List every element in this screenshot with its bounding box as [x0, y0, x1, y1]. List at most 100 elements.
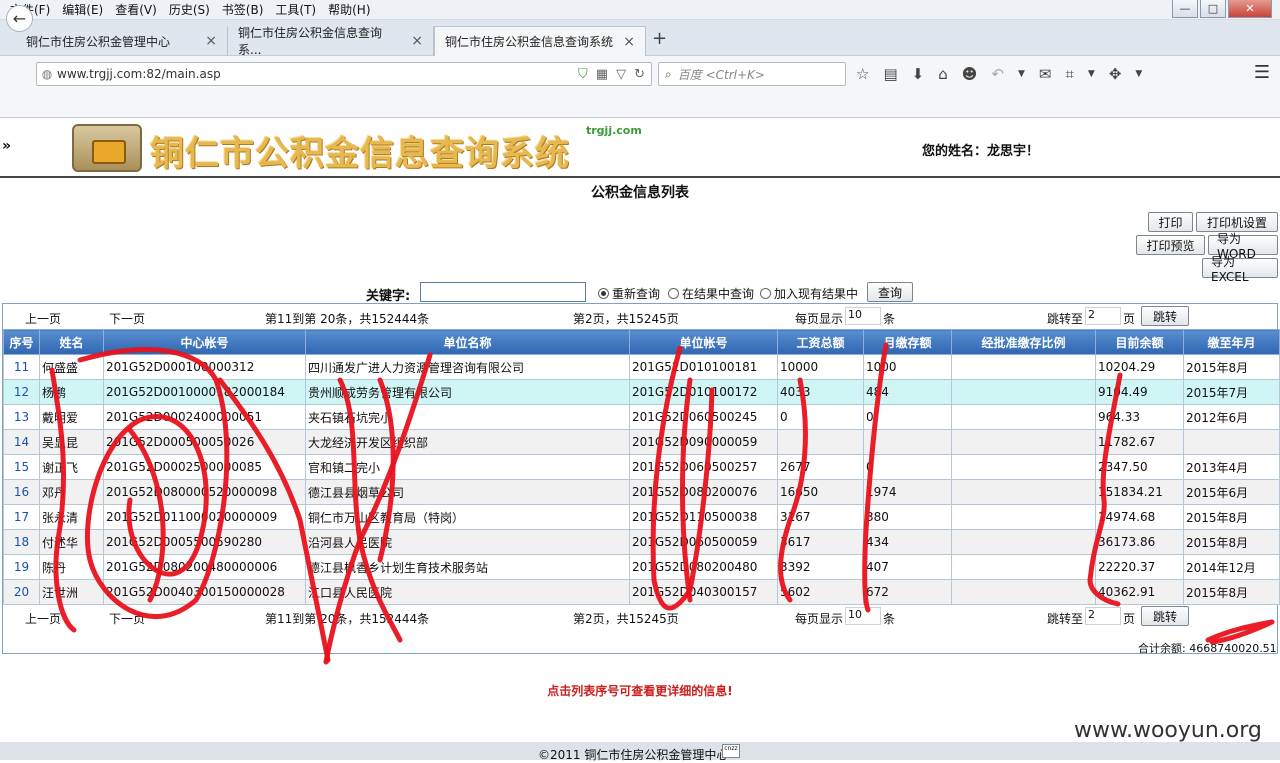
close-window-button[interactable]: ✕	[1228, 0, 1272, 18]
goto-page-input[interactable]: 2	[1085, 607, 1121, 625]
table-row[interactable]: 17 张永清 201G52D011000020000009 铜仁市万山区教育局（特岗）…	[3, 504, 1280, 530]
next-page-link[interactable]: 下一页	[109, 310, 145, 327]
cell-index[interactable]: 16	[3, 479, 40, 505]
dropdown-chevron-icon[interactable]: ▼	[1088, 69, 1095, 79]
cell-index[interactable]: 12	[3, 379, 40, 405]
home-icon[interactable]: ⌂	[938, 65, 948, 83]
reload-icon[interactable]: ↻	[634, 67, 645, 82]
col-header-employer-account[interactable]: 单位帐号	[629, 329, 778, 355]
cell-employer-account: 201G52D040300157	[629, 579, 778, 605]
query-button[interactable]: 查询	[867, 282, 913, 302]
radio-search-in-results[interactable]: 在结果中查询	[668, 285, 754, 302]
menu-history[interactable]: 历史(S)	[163, 1, 216, 18]
speech-bubble-icon[interactable]: ✉	[1039, 65, 1052, 83]
chat-bubble-icon[interactable]: ☻	[962, 65, 978, 83]
goto-button[interactable]: 跳转	[1141, 606, 1189, 626]
table-row[interactable]: 20 汪世洲 201G52D0040300150000028 江口县人民医院 201G5…	[3, 579, 1280, 605]
table-row[interactable]: 13 戴明爱 201G52D0002400000051 夹石镇石坑完小 201G52D0…	[3, 404, 1280, 430]
cell-index[interactable]: 11	[3, 354, 40, 380]
menu-view[interactable]: 查看(V)	[109, 1, 163, 18]
next-page-link[interactable]: 下一页	[109, 610, 145, 627]
col-header-monthly-deposit[interactable]: 月缴存额	[863, 329, 952, 355]
per-page-label: 每页显示	[795, 312, 844, 326]
qr-code-icon[interactable]: ▦	[596, 67, 608, 82]
table-row[interactable]: 16 邓丹 201G52D080000520000098 德江县县烟草公司 201G52…	[3, 479, 1280, 505]
table-row[interactable]: 15 谢正飞 201G52D0002500000085 官和镇二完小 201G52D06…	[3, 454, 1280, 480]
cell-index[interactable]: 13	[3, 404, 40, 430]
col-header-balance[interactable]: 目前余额	[1095, 329, 1184, 355]
print-preview-button[interactable]: 打印预览	[1136, 235, 1205, 255]
cell-employer-account: 201G52D060500245	[629, 404, 778, 430]
cell-employer-account: 201G52D090000059	[629, 429, 778, 455]
cnzz-badge[interactable]: cnzz	[722, 744, 740, 758]
tab-2[interactable]: 铜仁市住房公积金信息查询系... ×	[228, 26, 434, 57]
tab-3-active[interactable]: 铜仁市住房公积金信息查询系统 ×	[434, 26, 646, 56]
maximize-button[interactable]: □	[1200, 0, 1226, 18]
bookmark-star-icon[interactable]: ☆	[856, 65, 869, 83]
double-chevron-icon[interactable]: »	[2, 138, 11, 154]
table-row[interactable]: 19 陈丹 201G52D080200480000006 德江县枫香乡计划生育技术服务…	[3, 554, 1280, 580]
dropdown-chevron-icon[interactable]: ▼	[1135, 69, 1142, 79]
cell-deposit-ratio	[951, 529, 1096, 555]
radio-on-icon[interactable]	[598, 288, 609, 299]
prev-page-link[interactable]: 上一页	[25, 310, 61, 327]
menu-edit[interactable]: 编辑(E)	[56, 1, 109, 18]
radio-add-to-results[interactable]: 加入现有结果中	[760, 285, 858, 302]
cell-name: 付述华	[39, 529, 104, 555]
col-header-deposit-ratio[interactable]: 经批准缴存比例	[951, 329, 1096, 355]
radio-off-icon[interactable]	[668, 288, 679, 299]
menu-help[interactable]: 帮助(H)	[322, 1, 376, 18]
dropdown-chevron-icon[interactable]: ▼	[1018, 69, 1025, 79]
table-row[interactable]: 12 杨鹏 201G52D0010000182000184 贵州顺成劳务管理有限公司 2…	[3, 379, 1280, 405]
undo-arrow-icon[interactable]: ↶	[991, 65, 1004, 83]
keyword-input[interactable]	[420, 282, 586, 302]
cell-index[interactable]: 17	[3, 504, 40, 530]
per-page-select[interactable]: 10	[845, 607, 881, 625]
shield-icon[interactable]: ⛉	[578, 67, 588, 82]
close-icon[interactable]: ×	[205, 33, 217, 49]
close-icon[interactable]: ×	[623, 34, 635, 50]
menu-tools[interactable]: 工具(T)	[269, 1, 322, 18]
dropdown-arrow-icon[interactable]: ▽	[616, 67, 626, 82]
col-header-salary[interactable]: 工资总额	[777, 329, 864, 355]
close-icon[interactable]: ×	[411, 33, 423, 49]
reading-list-icon[interactable]: ▤	[883, 65, 897, 83]
goto-page-input[interactable]: 2	[1085, 307, 1121, 325]
page-footer: ©2011 铜仁市住房公积金管理中心	[0, 742, 1280, 762]
col-header-name[interactable]: 姓名	[39, 329, 104, 355]
col-header-index[interactable]: 序号	[3, 329, 40, 355]
tab-1[interactable]: 铜仁市住房公积金管理中心 ×	[16, 26, 228, 56]
window-controls: — □ ✕	[1172, 0, 1272, 18]
new-tab-plus-icon[interactable]: +	[652, 28, 667, 49]
radio-requery[interactable]: 重新查询	[598, 285, 660, 302]
url-text[interactable]: www.trgjj.com:82/main.asp	[57, 67, 578, 81]
col-header-paid-until[interactable]: 缴至年月	[1183, 329, 1280, 355]
table-row[interactable]: 18 付述华 201G52D0005500590280 沿河县人民医院 201G52D0…	[3, 529, 1280, 555]
cell-balance: 14974.68	[1095, 504, 1184, 530]
back-arrow-icon[interactable]: ←	[6, 5, 33, 32]
minimize-button[interactable]: —	[1172, 0, 1198, 18]
per-page-select[interactable]: 10	[845, 307, 881, 325]
cell-index[interactable]: 15	[3, 454, 40, 480]
cell-balance: 151834.21	[1095, 479, 1184, 505]
radio-off-icon[interactable]	[760, 288, 771, 299]
prev-page-link[interactable]: 上一页	[25, 610, 61, 627]
download-arrow-icon[interactable]: ⬇	[912, 65, 925, 83]
menu-bookmarks[interactable]: 书签(B)	[216, 1, 270, 18]
crop-icon[interactable]: ⌗	[1065, 65, 1073, 83]
print-button[interactable]: 打印	[1148, 212, 1193, 232]
menu-hamburger-icon[interactable]: ☰	[1254, 62, 1270, 83]
col-header-employer[interactable]: 单位名称	[305, 329, 630, 355]
cell-index[interactable]: 19	[3, 554, 40, 580]
url-bar[interactable]: ◍ www.trgjj.com:82/main.asp ⛉ ▦ ▽ ↻	[36, 62, 652, 86]
col-header-center-account[interactable]: 中心帐号	[103, 329, 306, 355]
cell-index[interactable]: 14	[3, 429, 40, 455]
table-row[interactable]: 14 吴显昆 201G52D000500050026 大龙经济开发区组织部 201G52…	[3, 429, 1280, 455]
extension-puzzle-icon[interactable]: ✥	[1109, 65, 1122, 83]
search-box[interactable]: ⌕ 百度 <Ctrl+K>	[658, 62, 846, 86]
table-row[interactable]: 11 何盛盛 201G52D000100000312 四川通发广进人力资源管理咨询有限…	[3, 354, 1280, 380]
export-excel-button[interactable]: 导为EXCEL	[1202, 255, 1278, 284]
goto-button[interactable]: 跳转	[1141, 306, 1189, 326]
cell-index[interactable]: 20	[3, 579, 40, 605]
cell-index[interactable]: 18	[3, 529, 40, 555]
